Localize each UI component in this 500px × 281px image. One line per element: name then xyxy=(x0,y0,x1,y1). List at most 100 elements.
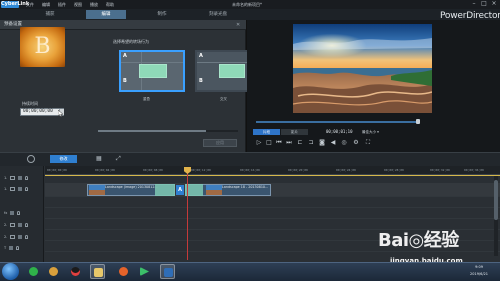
close-icon[interactable]: × xyxy=(490,0,498,8)
3d-icon[interactable]: ◎ xyxy=(340,138,348,147)
mark-in-icon[interactable]: ⊏ xyxy=(296,138,304,147)
fx-tool-icon[interactable]: ⤢ xyxy=(116,155,124,163)
behavior-label: 选择希望的转场行为 xyxy=(113,39,149,44)
tray-time: 9:09 xyxy=(475,265,483,269)
template-overlap[interactable]: A B xyxy=(119,50,185,92)
preview-quality-select[interactable]: 最佳大小 ▾ xyxy=(362,129,379,135)
template-scrollbar-thumb[interactable] xyxy=(98,130,206,132)
tab-edit[interactable]: 编辑 xyxy=(86,10,126,19)
tray-clock[interactable]: 9:09 2019/6/21 xyxy=(460,264,498,278)
ruler-range-bar xyxy=(45,175,500,176)
stop-icon[interactable]: □ xyxy=(265,138,273,147)
menu-file[interactable]: 文件 xyxy=(26,1,34,8)
volume-icon[interactable]: ◀ xyxy=(329,138,337,147)
track-label: fx xyxy=(4,211,8,215)
powerdirector-icon xyxy=(164,268,173,277)
panel-close-icon[interactable]: ✕ xyxy=(236,21,240,29)
ruler-tick: 00;00;08;00 xyxy=(143,168,163,172)
movie-mode-button[interactable]: 影片 xyxy=(281,129,308,135)
play-icon[interactable]: ▷ xyxy=(255,138,263,147)
preview-scrub-bar[interactable] xyxy=(256,121,418,123)
watermark-logo: Bai◎经验 xyxy=(378,230,459,251)
taskbar-app-360[interactable] xyxy=(26,264,41,279)
preview-scrub-handle[interactable] xyxy=(416,119,420,124)
menu-help[interactable]: 帮助 xyxy=(106,1,114,8)
track-audio-icon xyxy=(10,187,16,191)
prev-frame-icon[interactable]: ⏮ xyxy=(275,138,283,147)
timeline-gear-icon[interactable] xyxy=(27,155,35,163)
track-visible-toggle[interactable] xyxy=(18,235,23,239)
track-lock-icon[interactable] xyxy=(25,176,29,180)
start-button[interactable] xyxy=(2,263,19,280)
track-label: T xyxy=(4,246,7,250)
track-label: 1. xyxy=(4,187,8,191)
ruler-tick: 00;00;28;00 xyxy=(384,168,404,172)
track-video-icon xyxy=(10,223,16,227)
track-lock-icon[interactable] xyxy=(25,235,29,239)
track-audio-icon xyxy=(10,235,16,239)
track-header-row: fx xyxy=(4,211,21,215)
minimize-icon[interactable]: – xyxy=(470,0,478,8)
app-360-icon xyxy=(29,267,38,276)
track-header-row: 2. xyxy=(4,235,29,239)
fullscreen-icon[interactable]: ⛶ xyxy=(364,138,372,147)
taskbar-app-ie[interactable] xyxy=(46,264,61,279)
menu-view[interactable]: 视图 xyxy=(74,1,82,8)
folder-icon xyxy=(94,268,103,277)
track-visible-toggle[interactable] xyxy=(9,246,14,250)
taskbar-app-firefox[interactable] xyxy=(116,264,131,279)
track-header-row: T xyxy=(4,246,20,250)
taskbar-app-qq[interactable] xyxy=(68,264,83,279)
snapshot-icon[interactable]: ◙ xyxy=(318,138,326,147)
tab-create-disc[interactable]: 刻录光盘 xyxy=(196,10,240,19)
next-frame-icon[interactable]: ⏭ xyxy=(285,138,293,147)
menu-play[interactable]: 播放 xyxy=(90,1,98,8)
timeline-playhead[interactable] xyxy=(187,172,188,260)
track-lock-icon[interactable] xyxy=(17,211,21,215)
player-icon xyxy=(140,267,149,276)
settings-icon[interactable]: ⚙ xyxy=(352,138,360,147)
mark-out-icon[interactable]: ⊐ xyxy=(307,138,315,147)
ruler-tick: 00;00;04;00 xyxy=(95,168,115,172)
edit-button[interactable]: 修改 xyxy=(50,155,77,163)
template-label: 重叠 xyxy=(143,97,150,101)
timeline-scrollbar-thumb[interactable] xyxy=(494,180,498,220)
template-cross-block xyxy=(219,64,245,78)
preview-letter: B xyxy=(34,34,51,59)
ruler-tick: 00;00;24;00 xyxy=(336,168,356,172)
track-lock-icon[interactable] xyxy=(25,187,29,191)
taskbar-app-player[interactable] xyxy=(137,264,152,279)
tab-produce[interactable]: 制作 xyxy=(142,10,182,19)
preview-video-frame xyxy=(293,24,432,113)
browser-icon xyxy=(49,267,58,276)
taskbar-app-powerdirector[interactable] xyxy=(160,264,175,279)
clip-2-name: Landscape 18 - 20130810... xyxy=(222,185,269,189)
track-divider xyxy=(45,196,500,197)
template-b-label: B xyxy=(199,78,203,84)
menu-plugins[interactable]: 插件 xyxy=(58,1,66,8)
track-visible-toggle[interactable] xyxy=(18,187,23,191)
tab-capture[interactable]: 捕获 xyxy=(30,10,70,19)
template-scrollbar[interactable] xyxy=(98,130,238,132)
track-label: 1. xyxy=(4,176,8,180)
transition-overlap-region[interactable] xyxy=(155,184,175,196)
menu-edit[interactable]: 编辑 xyxy=(42,1,50,8)
trash-icon[interactable]: ▦ xyxy=(96,155,102,163)
ruler-tick: 00;00;32;00 xyxy=(430,168,450,172)
track-lock-icon[interactable] xyxy=(16,246,20,250)
track-visible-toggle[interactable] xyxy=(18,223,23,227)
firefox-icon xyxy=(119,267,128,276)
mouse-cursor-icon xyxy=(58,110,64,117)
maximize-icon[interactable]: □ xyxy=(480,0,488,8)
transition-marker[interactable]: A xyxy=(176,185,184,195)
clip-mode-button[interactable]: 片段 xyxy=(253,129,280,135)
template-cross[interactable]: A B xyxy=(195,50,259,92)
track-lock-icon[interactable] xyxy=(25,223,29,227)
track-visible-toggle[interactable] xyxy=(10,211,15,215)
ruler-tick: 00;00;20;00 xyxy=(288,168,308,172)
ruler-tick: 00;00;36;00 xyxy=(464,168,484,172)
apply-button[interactable]: 应用 xyxy=(203,139,237,147)
track-visible-toggle[interactable] xyxy=(18,176,23,180)
track-header-row: 1. xyxy=(4,187,29,191)
taskbar-app-explorer[interactable] xyxy=(90,264,105,279)
